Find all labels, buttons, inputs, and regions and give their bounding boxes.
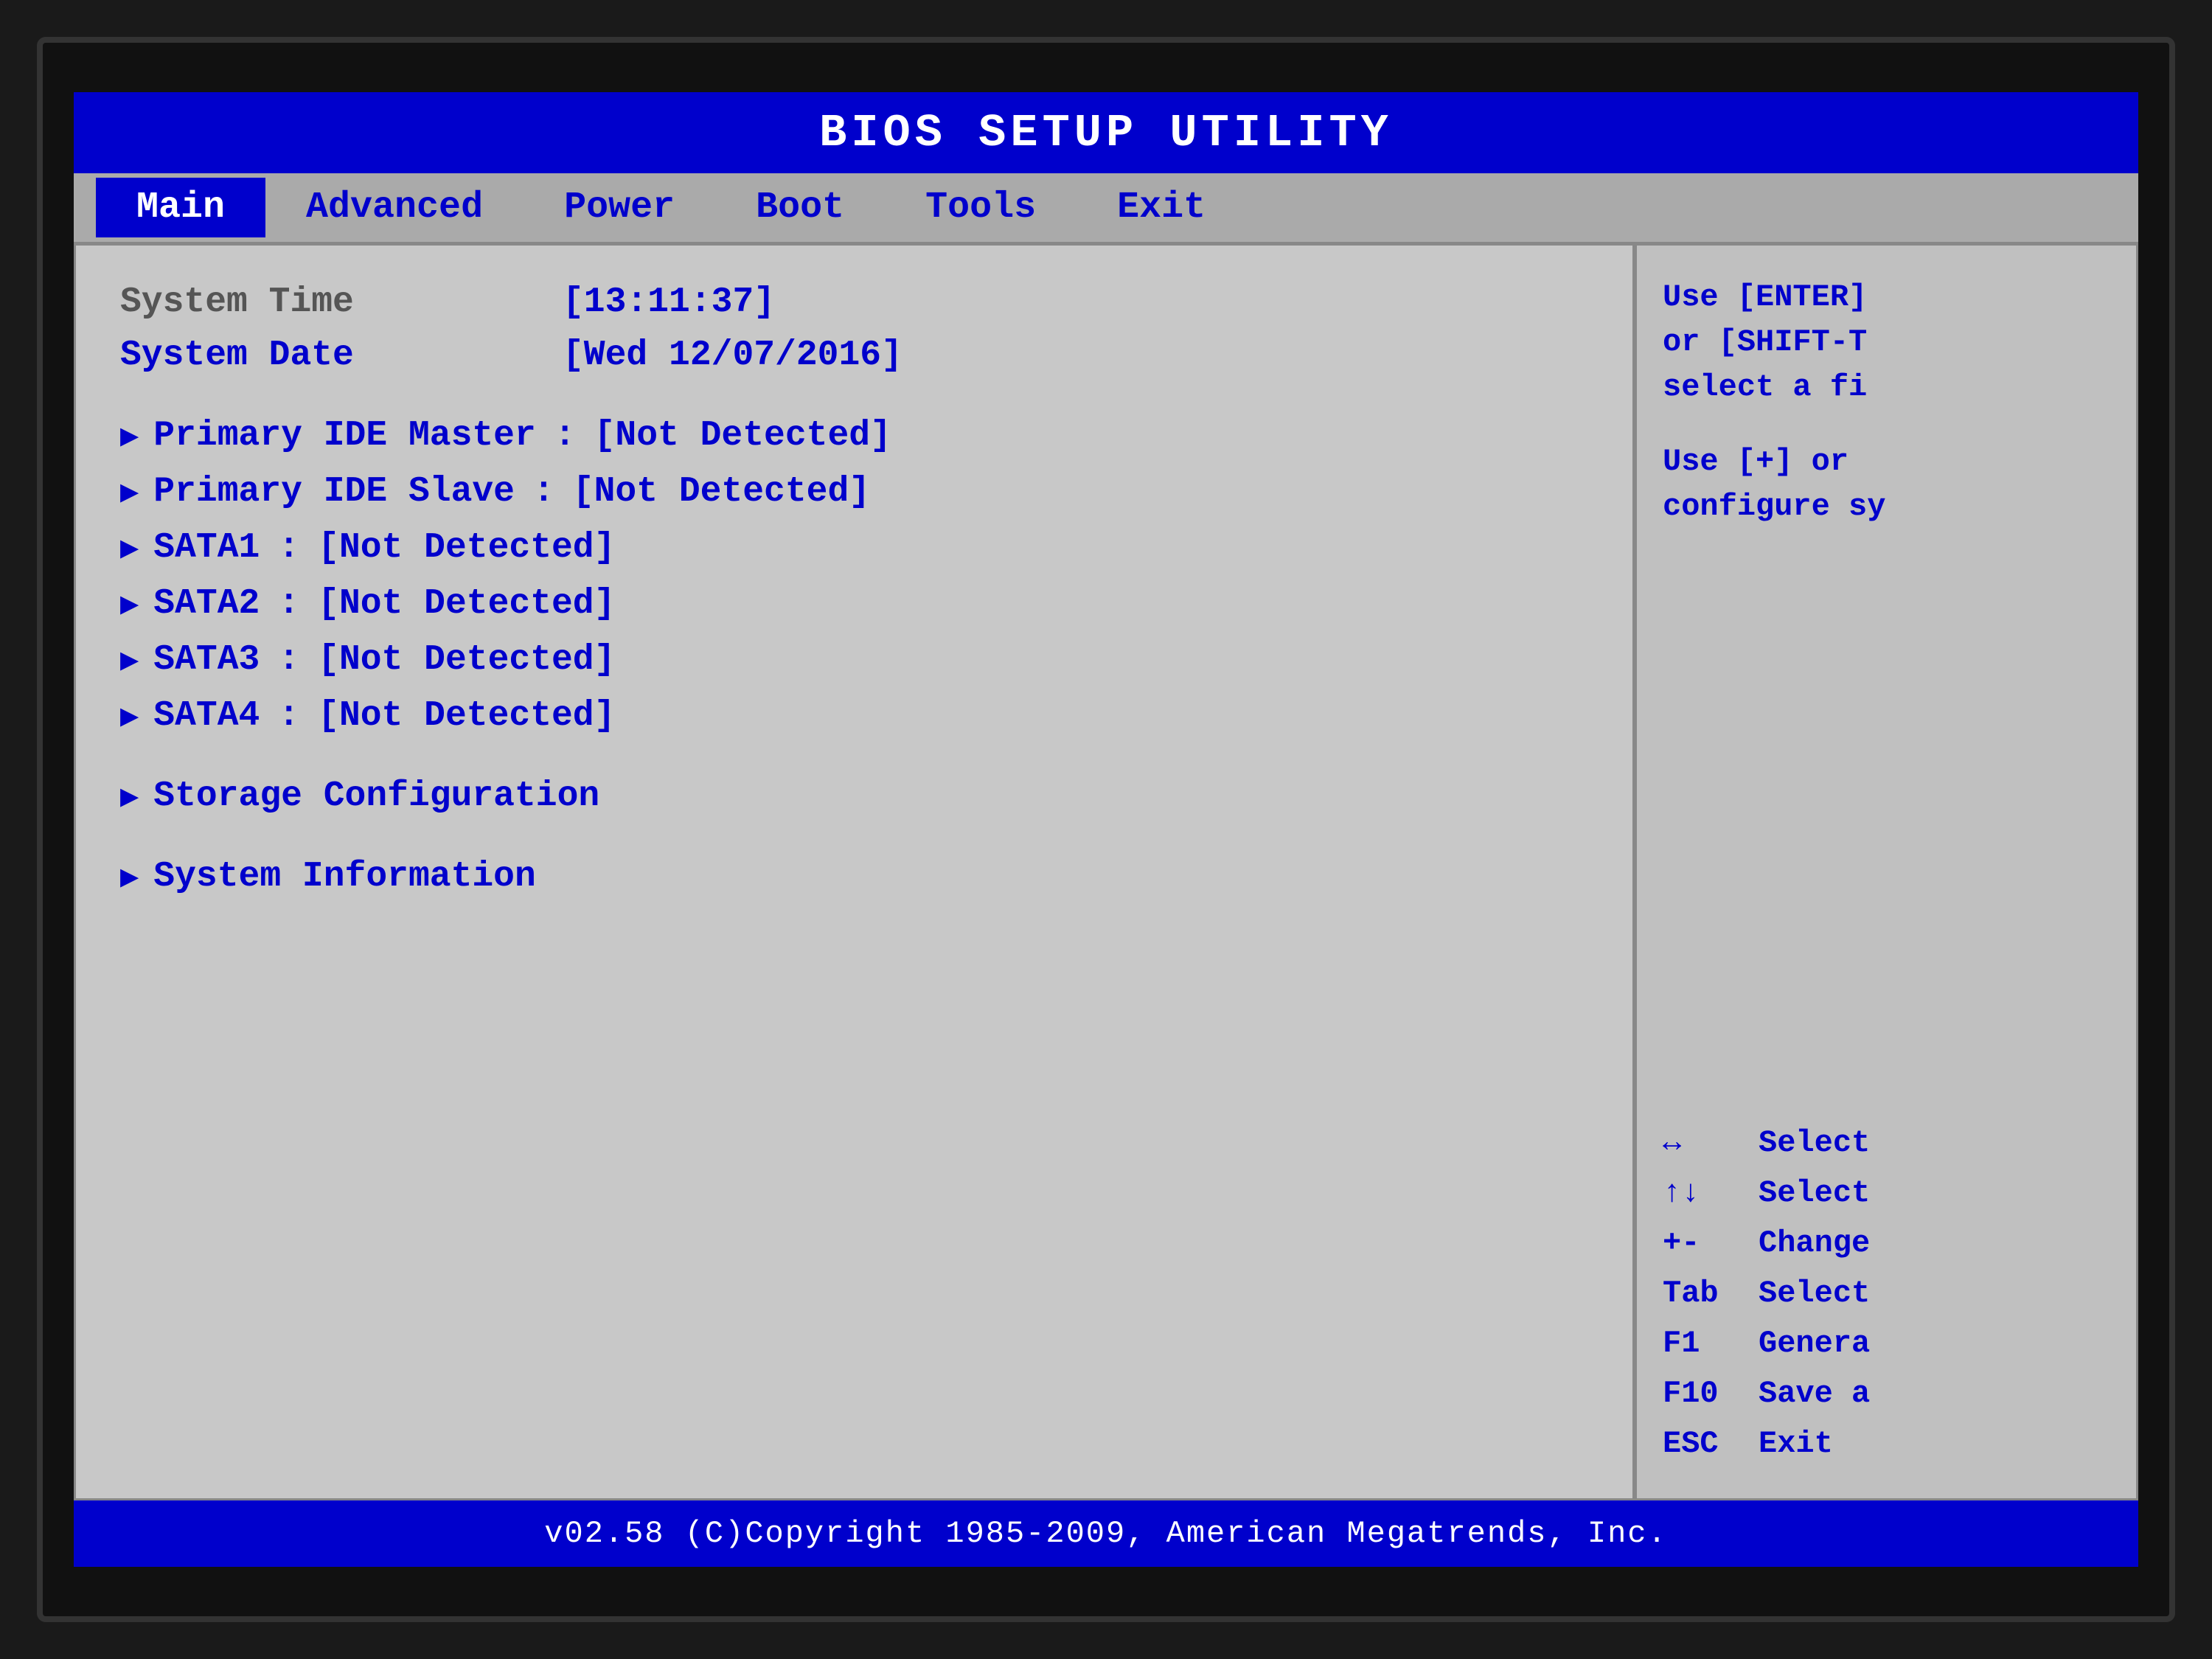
title-bar: BIOS SETUP UTILITY — [74, 92, 2138, 173]
footer-text: v02.58 (C)Copyright 1985-2009, American … — [544, 1516, 1667, 1551]
colon-5: : — [278, 640, 299, 680]
nav-boot[interactable]: Boot — [715, 178, 885, 237]
nav-power[interactable]: Power — [524, 178, 715, 237]
system-time-value[interactable]: [13:11:37] — [563, 282, 775, 322]
nav-exit[interactable]: Exit — [1077, 178, 1246, 237]
key-desc-esc: Exit — [1759, 1426, 1833, 1461]
primary-ide-master-label: Primary IDE Master — [153, 416, 535, 456]
colon-2: : — [533, 472, 554, 512]
sata4-value: [Not Detected] — [318, 696, 615, 736]
sata2-label: SATA2 — [153, 584, 260, 624]
left-panel: System Time [13:11:37] System Date [Wed … — [74, 243, 1635, 1500]
nav-tools[interactable]: Tools — [885, 178, 1077, 237]
content-area: System Time [13:11:37] System Date [Wed … — [74, 243, 2138, 1500]
key-row-f1: F1 Genera — [1663, 1326, 2110, 1361]
arrow-icon-5: ▶ — [120, 641, 139, 679]
primary-ide-master-value: [Not Detected] — [594, 416, 891, 456]
key-desc-pm: Change — [1759, 1225, 1870, 1261]
sata3-label: SATA3 — [153, 640, 260, 680]
sata3-value: [Not Detected] — [318, 640, 615, 680]
right-panel: Use [ENTER] or [SHIFT-T select a fi Use … — [1637, 243, 2138, 1500]
arrow-icon-4: ▶ — [120, 585, 139, 623]
key-symbol-pm: +- — [1663, 1225, 1759, 1261]
system-time-label: System Time — [120, 282, 504, 322]
key-row-plusminus: +- Change — [1663, 1225, 2110, 1261]
primary-ide-slave-row[interactable]: ▶ Primary IDE Slave : [Not Detected] — [120, 472, 1588, 512]
sata2-value: [Not Detected] — [318, 584, 615, 624]
key-symbol-lr: ↔ — [1663, 1125, 1759, 1161]
sata4-row[interactable]: ▶ SATA4 : [Not Detected] — [120, 696, 1588, 736]
arrow-icon-2: ▶ — [120, 473, 139, 511]
key-symbol-esc: ESC — [1663, 1426, 1759, 1461]
bios-title: BIOS SETUP UTILITY — [819, 107, 1393, 159]
key-symbol-f1: F1 — [1663, 1326, 1759, 1361]
sata1-row[interactable]: ▶ SATA1 : [Not Detected] — [120, 528, 1588, 568]
colon-4: : — [278, 584, 299, 624]
arrow-icon-8: ▶ — [120, 858, 139, 896]
system-date-label: System Date — [120, 335, 504, 375]
key-row-f10: F10 Save a — [1663, 1376, 2110, 1411]
colon-6: : — [278, 696, 299, 736]
key-desc-tab: Select — [1759, 1276, 1870, 1311]
key-row-esc: ESC Exit — [1663, 1426, 2110, 1461]
arrow-icon: ▶ — [120, 417, 139, 455]
arrow-icon-6: ▶ — [120, 697, 139, 735]
primary-ide-slave-value: [Not Detected] — [573, 472, 870, 512]
colon-1: : — [554, 416, 576, 456]
system-info-row[interactable]: ▶ System Information — [120, 857, 1588, 897]
key-symbol-tab: Tab — [1663, 1276, 1759, 1311]
system-time-row: System Time [13:11:37] — [120, 282, 1588, 322]
screen: BIOS SETUP UTILITY Main Advanced Power B… — [74, 92, 2138, 1567]
key-row-arrows-lr: ↔ Select — [1663, 1125, 2110, 1161]
key-desc-lr: Select — [1759, 1125, 1870, 1161]
key-help-section: ↔ Select ↑↓ Select +- Change Tab — [1663, 1125, 2110, 1476]
key-symbol-ud: ↑↓ — [1663, 1175, 1759, 1211]
system-date-row: System Date [Wed 12/07/2016] — [120, 335, 1588, 375]
key-desc-f10: Save a — [1759, 1376, 1870, 1411]
nav-main[interactable]: Main — [96, 178, 265, 237]
sata1-value: [Not Detected] — [318, 528, 615, 568]
sata2-row[interactable]: ▶ SATA2 : [Not Detected] — [120, 584, 1588, 624]
primary-ide-master-row[interactable]: ▶ Primary IDE Master : [Not Detected] — [120, 416, 1588, 456]
storage-config-label: Storage Configuration — [153, 776, 599, 816]
colon-3: : — [278, 528, 299, 568]
nav-bar: Main Advanced Power Boot Tools Exit — [74, 173, 2138, 243]
system-date-value[interactable]: [Wed 12/07/2016] — [563, 335, 902, 375]
nav-advanced[interactable]: Advanced — [265, 178, 524, 237]
help-text-2: Use [+] or configure sy — [1663, 439, 2110, 529]
sata1-label: SATA1 — [153, 528, 260, 568]
help-text-1: Use [ENTER] or [SHIFT-T select a fi — [1663, 275, 2110, 410]
key-desc-ud: Select — [1759, 1175, 1870, 1211]
storage-config-row[interactable]: ▶ Storage Configuration — [120, 776, 1588, 816]
key-row-arrows-ud: ↑↓ Select — [1663, 1175, 2110, 1211]
system-info-label: System Information — [153, 857, 535, 897]
sata4-label: SATA4 — [153, 696, 260, 736]
arrow-icon-3: ▶ — [120, 529, 139, 567]
key-row-tab: Tab Select — [1663, 1276, 2110, 1311]
arrow-icon-7: ▶ — [120, 777, 139, 815]
monitor: BIOS SETUP UTILITY Main Advanced Power B… — [37, 37, 2175, 1622]
key-desc-f1: Genera — [1759, 1326, 1870, 1361]
primary-ide-slave-label: Primary IDE Slave — [153, 472, 515, 512]
key-symbol-f10: F10 — [1663, 1376, 1759, 1411]
sata3-row[interactable]: ▶ SATA3 : [Not Detected] — [120, 640, 1588, 680]
footer-bar: v02.58 (C)Copyright 1985-2009, American … — [74, 1500, 2138, 1567]
